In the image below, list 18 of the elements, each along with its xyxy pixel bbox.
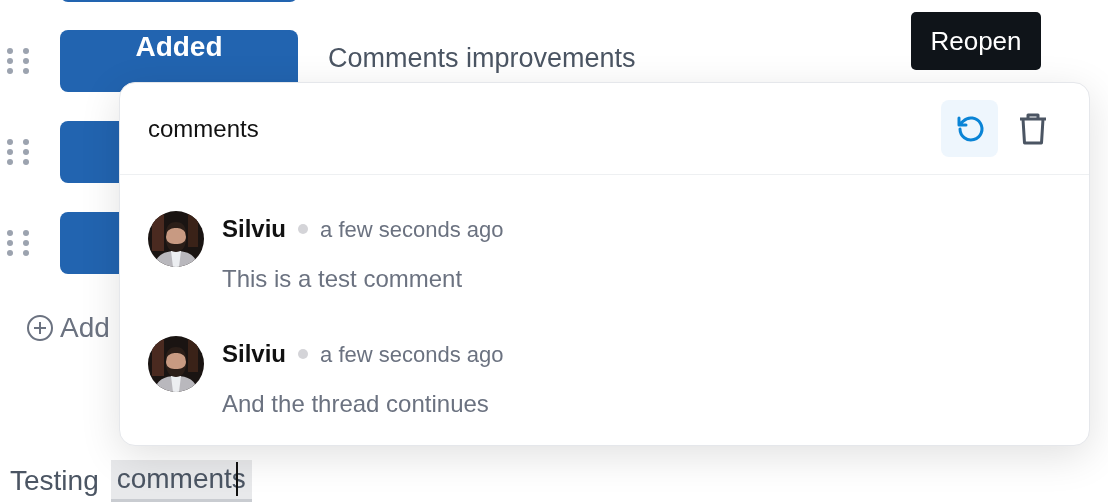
comment-text: This is a test comment [222, 264, 464, 294]
item-title: Comments improvements [328, 41, 636, 75]
timestamp: a few seconds ago [320, 215, 504, 244]
author-name: Silviu [222, 339, 287, 369]
comment-text: And the thread continues [222, 389, 490, 419]
drag-handle-icon[interactable] [6, 229, 30, 257]
drag-handle-icon[interactable] [6, 138, 30, 166]
add-button[interactable]: Add [26, 307, 110, 349]
add-icon [26, 314, 54, 342]
author-name: Silviu [222, 214, 287, 244]
reopen-button[interactable] [941, 100, 998, 157]
drag-handle-icon[interactable] [6, 47, 30, 75]
popover-title: comments [148, 113, 260, 144]
timestamp: a few seconds ago [320, 340, 504, 369]
tooltip: Reopen [911, 12, 1041, 70]
editor-text: Testing [10, 464, 99, 498]
separator-dot [298, 224, 309, 234]
separator-dot [298, 349, 309, 359]
